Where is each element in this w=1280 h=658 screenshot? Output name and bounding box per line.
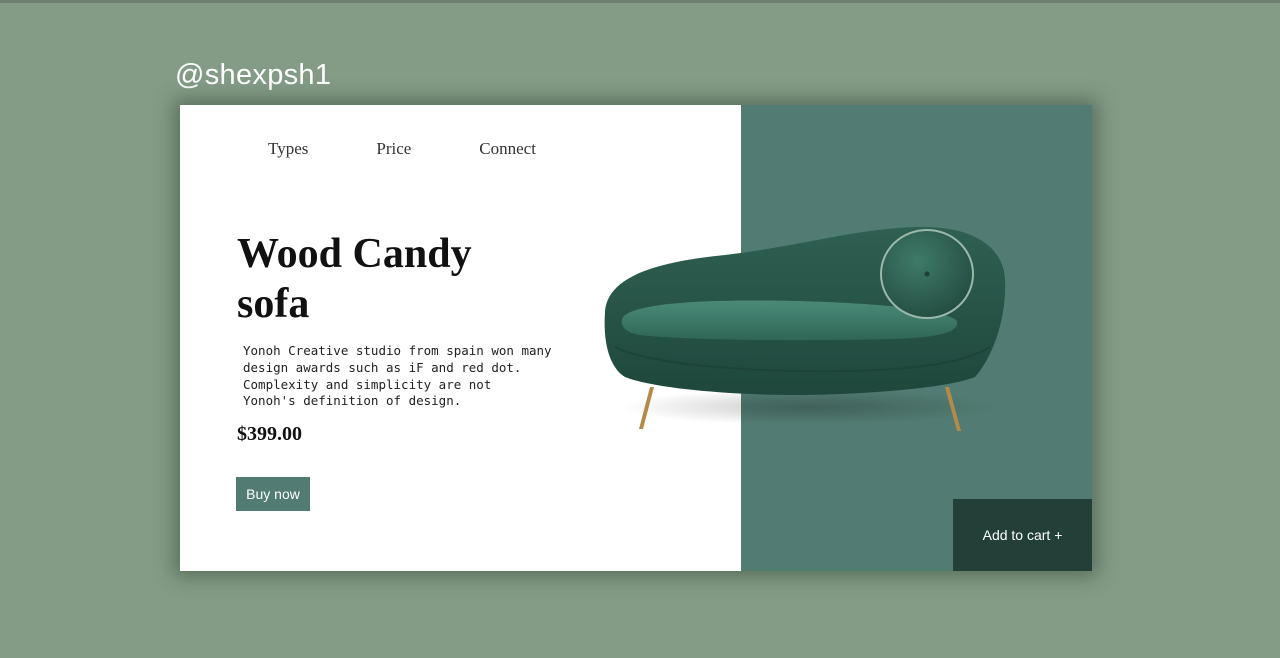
description-line: design awards such as iF and red dot. [243, 359, 522, 375]
watermark: @shexpsh1 [175, 59, 332, 91]
pillow-button [924, 271, 930, 277]
sofa-image [604, 226, 1006, 431]
product-price: $399.00 [237, 423, 302, 445]
nav-item-price[interactable]: Price [376, 139, 411, 159]
product-description: Yonoh Creative studio from spain won man… [243, 343, 583, 410]
top-nav: Types Price Connect [268, 139, 604, 159]
nav-item-connect[interactable]: Connect [479, 139, 536, 159]
description-line: Yonoh Creative studio from spain won man… [243, 343, 552, 358]
product-title-line2: sofa [237, 281, 310, 327]
product-title-line1: Wood Candy [237, 231, 472, 277]
nav-item-types[interactable]: Types [268, 139, 308, 159]
product-title: Wood Candy sofa [237, 229, 557, 329]
buy-now-button[interactable]: Buy now [236, 477, 310, 511]
product-card: Types Price Connect Wood Candy sofa Yono… [180, 105, 1092, 571]
description-line: Yonoh's definition of design. [243, 393, 462, 409]
description-line: Complexity and simplicity are not [243, 376, 492, 392]
add-to-cart-button[interactable]: Add to cart + [953, 499, 1092, 571]
